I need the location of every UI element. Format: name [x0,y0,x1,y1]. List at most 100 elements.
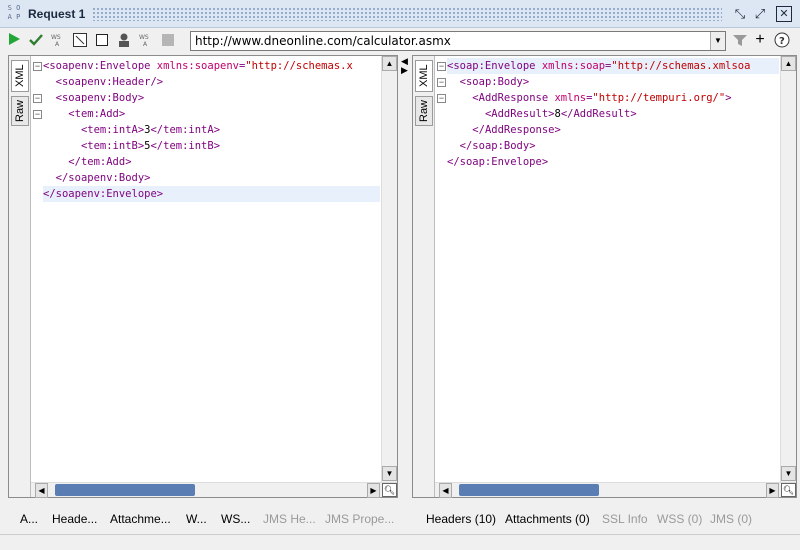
maximize-button[interactable]: ⤢ [752,6,768,22]
fold-toggle-icon[interactable]: − [437,94,446,103]
tab-request-xml[interactable]: XML [11,60,29,92]
tab-wss-ws[interactable]: W... [186,512,207,526]
svg-text:A: A [143,41,148,48]
tab-response-raw[interactable]: Raw [415,96,433,126]
code-token: </soap:Envelope> [447,156,549,168]
help-icon[interactable]: ? [774,32,790,48]
scroll-down-icon[interactable]: ▼ [781,466,796,481]
code-line[interactable]: </soap:Envelope> [447,154,779,170]
user-icon[interactable] [116,32,132,48]
wsa-icon[interactable]: WS A [50,32,66,48]
status-bar [0,534,800,550]
request-zoom-icon[interactable]: 🔍︎ [382,483,397,497]
play-icon[interactable] [6,32,22,48]
code-line[interactable]: <AddResponse xmlns="http://tempuri.org/"… [447,90,779,106]
code-line[interactable]: <soapenv:Envelope xmlns:soapenv="http://… [43,58,380,74]
tab-jms-headers[interactable]: JMS He... [263,512,316,526]
code-line[interactable]: </tem:Add> [43,154,380,170]
code-line[interactable]: <soap:Envelope xmlns:soap="http://schema… [447,58,779,74]
request-horizontal-scrollbar[interactable]: ◀ ▶ 🔍︎ [31,482,397,498]
close-button[interactable]: ✕ [776,6,792,22]
code-token: > [725,92,732,104]
code-token: xmlns:soap [541,60,606,72]
filter-icon[interactable] [732,32,748,48]
request-h-scroll-thumb[interactable] [55,484,195,496]
code-token: </tem:Add> [68,156,132,168]
square-icon[interactable] [160,32,176,48]
code-line[interactable]: <AddResult>8</AddResult> [447,106,779,122]
code-line[interactable]: <soapenv:Header/> [43,74,380,90]
request-vertical-scrollbar[interactable]: ▲ ▼ [381,56,397,484]
tab-request-attachments[interactable]: Attachme... [110,512,171,526]
tab-response-headers[interactable]: Headers (10) [426,512,496,526]
code-token: <soapenv:Envelope [43,60,157,72]
code-token: </soapenv:Body> [55,172,151,184]
code-token: <soapenv:Header/> [55,76,164,88]
tab-response-xml[interactable]: XML [415,60,433,92]
code-line[interactable]: </soapenv:Envelope> [43,186,380,202]
code-line[interactable]: <tem:intA>3</tem:intA> [43,122,380,138]
code-line[interactable]: <tem:Add> [43,106,380,122]
scroll-up-icon[interactable]: ▲ [781,56,796,71]
code-token: <tem:Add> [68,108,126,120]
tab-auth[interactable]: A... [20,512,38,526]
fold-toggle-icon[interactable]: − [437,62,446,71]
code-token: </AddResult> [560,108,637,120]
response-vertical-scrollbar[interactable]: ▲ ▼ [780,56,796,484]
fold-toggle-icon[interactable]: − [33,62,42,71]
fold-toggle-icon[interactable]: − [437,78,446,87]
code-line[interactable]: <soap:Body> [447,74,779,90]
response-xml-viewer[interactable]: <soap:Envelope xmlns:soap="http://schema… [447,58,779,482]
fold-toggle-icon[interactable]: − [33,94,42,103]
code-token: </tem:intB> [150,140,221,152]
code-token: </tem:intA> [150,124,221,136]
scroll-right-icon[interactable]: ▶ [367,483,380,498]
code-token: <soapenv:Body> [55,92,145,104]
svg-text:A: A [55,41,60,48]
endpoint-url-text[interactable]: http://www.dneonline.com/calculator.asmx [195,34,451,48]
code-line[interactable]: </soapenv:Body> [43,170,380,186]
format-icon[interactable] [72,32,88,48]
response-horizontal-scrollbar[interactable]: ◀ ▶ 🔍︎ [435,482,796,498]
scroll-down-icon[interactable]: ▼ [382,466,397,481]
tab-response-wss[interactable]: WSS (0) [657,512,702,526]
tab-response-jms[interactable]: JMS (0) [710,512,752,526]
response-view-tabs: XML Raw [413,56,435,497]
request-fold-gutter: − − − [31,56,43,484]
code-line[interactable]: </soap:Body> [447,138,779,154]
tab-request-raw[interactable]: Raw [11,96,29,126]
tab-response-attachments[interactable]: Attachments (0) [505,512,590,526]
stop-icon[interactable] [94,32,110,48]
restore-button[interactable]: ⤡ [732,6,748,22]
response-h-scroll-thumb[interactable] [459,484,599,496]
collapse-right-icon[interactable]: ▶ [401,66,408,75]
tab-ws-addressing[interactable]: WS... [221,512,250,526]
scroll-left-icon[interactable]: ◀ [35,483,48,498]
logo-line-2: A P [7,13,21,21]
request-xml-editor[interactable]: <soapenv:Envelope xmlns:soapenv="http://… [43,58,380,482]
wsa2-icon[interactable]: WS A [138,32,154,48]
tab-jms-properties[interactable]: JMS Prope... [325,512,394,526]
fold-toggle-icon[interactable]: − [33,110,42,119]
code-line[interactable]: <tem:intB>5</tem:intB> [43,138,380,154]
check-icon[interactable] [28,32,44,48]
response-zoom-icon[interactable]: 🔍︎ [781,483,796,497]
scroll-up-icon[interactable]: ▲ [382,56,397,71]
code-token: xmlns [554,92,587,104]
title-grip[interactable] [92,7,722,21]
add-icon[interactable]: + [752,32,768,48]
code-line[interactable]: <soapenv:Body> [43,90,380,106]
tab-ssl-info[interactable]: SSL Info [602,512,648,526]
scroll-right-icon[interactable]: ▶ [766,483,779,498]
tab-request-headers[interactable]: Heade... [52,512,97,526]
panel-splitter[interactable]: ◀ ▶ [400,55,410,498]
scroll-left-icon[interactable]: ◀ [439,483,452,498]
svg-text:WS: WS [51,34,61,41]
url-dropdown-chevron-icon[interactable]: ▼ [710,32,725,50]
code-line[interactable]: </AddResponse> [447,122,779,138]
endpoint-url-field[interactable]: http://www.dneonline.com/calculator.asmx… [190,31,726,51]
